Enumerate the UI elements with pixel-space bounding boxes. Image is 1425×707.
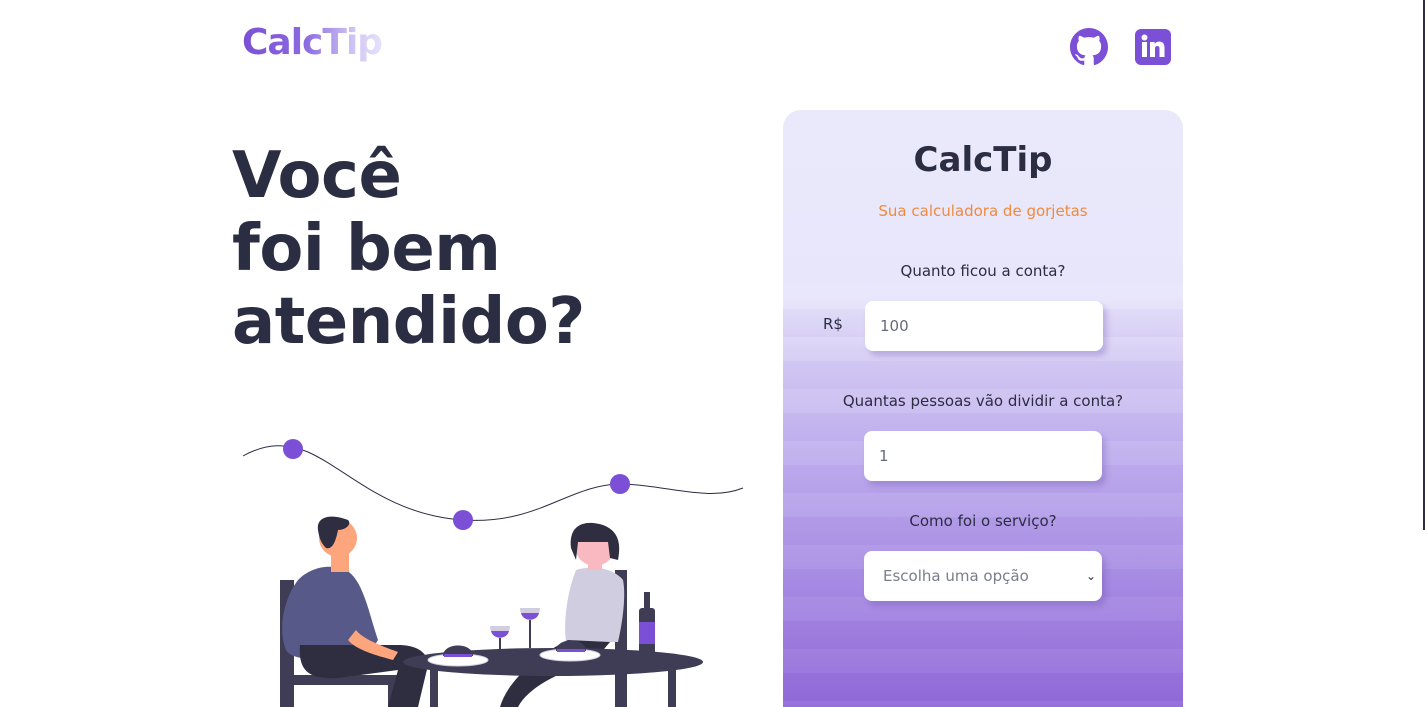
service-label: Como foi o serviço?: [909, 512, 1057, 530]
hero-line: foi bem: [232, 212, 501, 286]
github-link[interactable]: [1070, 28, 1108, 66]
hero-heading: Você foi bem atendido?: [232, 140, 652, 359]
people-count-input[interactable]: 1: [864, 431, 1102, 481]
people-count-value: 1: [879, 447, 889, 465]
service-select-value: Escolha uma opção: [883, 567, 1029, 585]
calculator-title: CalcTip: [913, 140, 1053, 180]
bill-label: Quanto ficou a conta?: [900, 262, 1066, 280]
currency-label: R$: [823, 315, 843, 333]
hero-line: atendido?: [232, 285, 585, 359]
chevron-down-icon: ⌄: [1085, 569, 1096, 583]
bill-amount-value: 100: [880, 317, 909, 335]
linkedin-link[interactable]: [1134, 28, 1172, 66]
bill-amount-input[interactable]: 100: [865, 301, 1103, 351]
people-label: Quantas pessoas vão dividir a conta?: [842, 392, 1124, 410]
tip-calculator-card: CalcTip Sua calculadora de gorjetas Quan…: [783, 110, 1183, 707]
linkedin-icon: [1135, 29, 1171, 65]
logo[interactable]: CalcTip: [242, 22, 383, 63]
calculator-subtitle: Sua calculadora de gorjetas: [878, 202, 1088, 220]
github-icon: [1070, 28, 1108, 66]
dinner-illustration: [242, 439, 744, 707]
service-select[interactable]: Escolha uma opção ⌄: [864, 551, 1102, 601]
hero-line: Você: [232, 139, 402, 213]
